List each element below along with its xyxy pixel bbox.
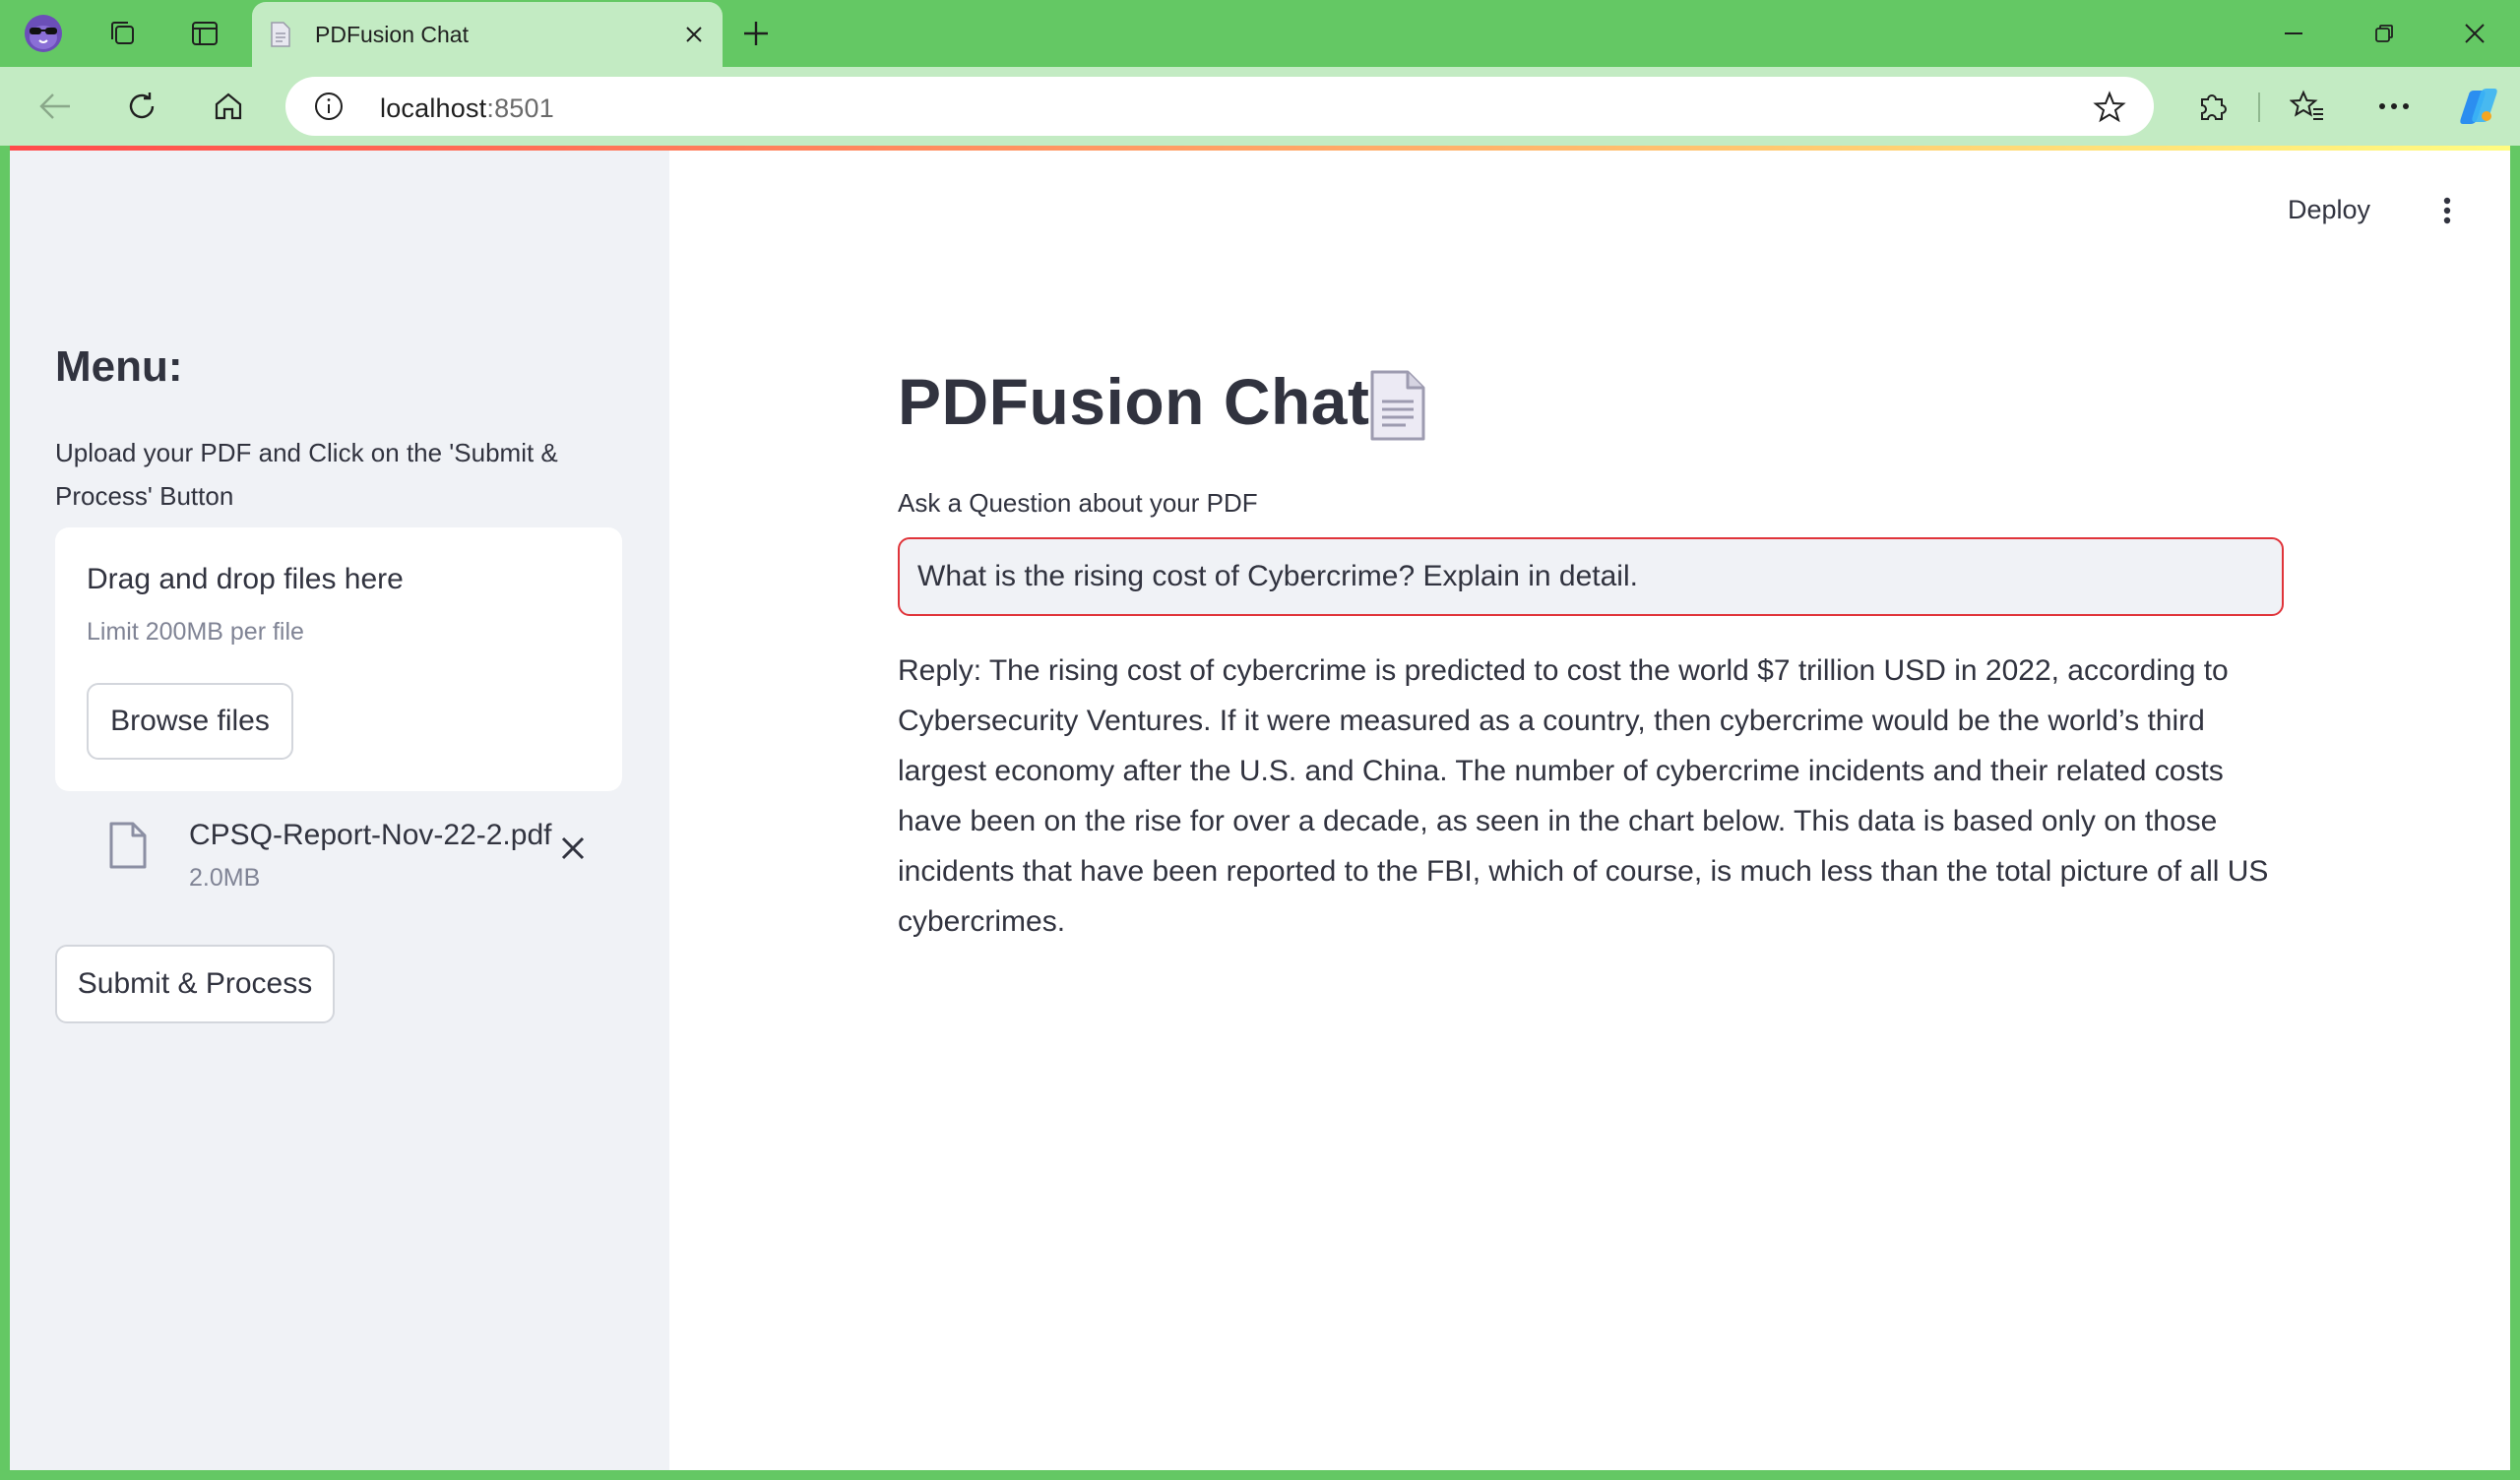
- url-text[interactable]: localhost:8501: [380, 93, 554, 124]
- dropzone-title: Drag and drop files here: [87, 563, 404, 595]
- browser-tab-bar: PDFusion Chat: [0, 0, 2520, 67]
- uploaded-file-item: CPSQ-Report-Nov-22-2.pdf 2.0MB: [55, 807, 622, 905]
- question-label: Ask a Question about your PDF: [898, 488, 1258, 518]
- remove-file-close-icon[interactable]: [551, 827, 595, 870]
- browser-toolbar: localhost:8501: [0, 67, 2520, 146]
- main-menu-kebab-icon[interactable]: [2427, 189, 2467, 232]
- sidebar-title: Menu:: [55, 342, 183, 391]
- tab-title: PDFusion Chat: [315, 22, 469, 47]
- favorite-star-icon[interactable]: [2093, 91, 2126, 129]
- new-tab-plus-icon[interactable]: [736, 14, 776, 53]
- collections-icon[interactable]: [102, 14, 142, 53]
- sidebar-description: Upload your PDF and Click on the 'Submit…: [55, 438, 558, 511]
- page-title: PDFusion Chat: [898, 365, 1370, 438]
- url-host: localhost: [380, 93, 487, 123]
- address-bar[interactable]: localhost:8501: [285, 77, 2154, 136]
- file-name: CPSQ-Report-Nov-22-2.pdf: [189, 819, 552, 851]
- page-facing-up-icon: [1368, 368, 1427, 448]
- favorites-icon[interactable]: [2284, 85, 2331, 128]
- copilot-icon[interactable]: [2455, 85, 2502, 128]
- home-icon[interactable]: [205, 85, 252, 128]
- puzzle-icon[interactable]: [2189, 85, 2236, 128]
- reload-icon[interactable]: [118, 85, 165, 128]
- document-favicon-icon: [270, 22, 291, 52]
- page-viewport: Menu: Upload your PDF and Click on the '…: [10, 146, 2510, 1470]
- toolbar-separator: [2258, 92, 2260, 122]
- url-port: :8501: [486, 93, 554, 123]
- question-input[interactable]: [898, 537, 2284, 616]
- submit-process-button[interactable]: Submit & Process: [55, 945, 335, 1023]
- minimize-icon[interactable]: [2264, 14, 2323, 53]
- close-window-icon[interactable]: [2445, 14, 2504, 53]
- browse-files-button[interactable]: Browse files: [87, 683, 293, 760]
- ellipsis-icon[interactable]: [2370, 85, 2418, 128]
- owl-profile-icon[interactable]: [24, 14, 63, 53]
- back-arrow-icon[interactable]: [32, 85, 79, 128]
- header-decoration-bar: [10, 146, 2510, 151]
- restore-icon[interactable]: [2355, 14, 2414, 53]
- deploy-button[interactable]: Deploy: [2288, 195, 2370, 225]
- sidebar: Menu: Upload your PDF and Click on the '…: [10, 146, 669, 1470]
- file-dropzone[interactable]: Drag and drop files here Limit 200MB per…: [55, 527, 622, 791]
- dropzone-limit: Limit 200MB per file: [87, 618, 304, 646]
- file-size: 2.0MB: [189, 864, 261, 892]
- tab-pdfusion-chat[interactable]: PDFusion Chat: [252, 2, 723, 67]
- reply-text: Reply: The rising cost of cybercrime is …: [898, 654, 2269, 938]
- file-document-icon: [108, 821, 148, 875]
- tab-actions-icon[interactable]: [185, 14, 224, 53]
- site-info-icon[interactable]: [313, 91, 345, 127]
- tab-close-icon[interactable]: [679, 20, 709, 49]
